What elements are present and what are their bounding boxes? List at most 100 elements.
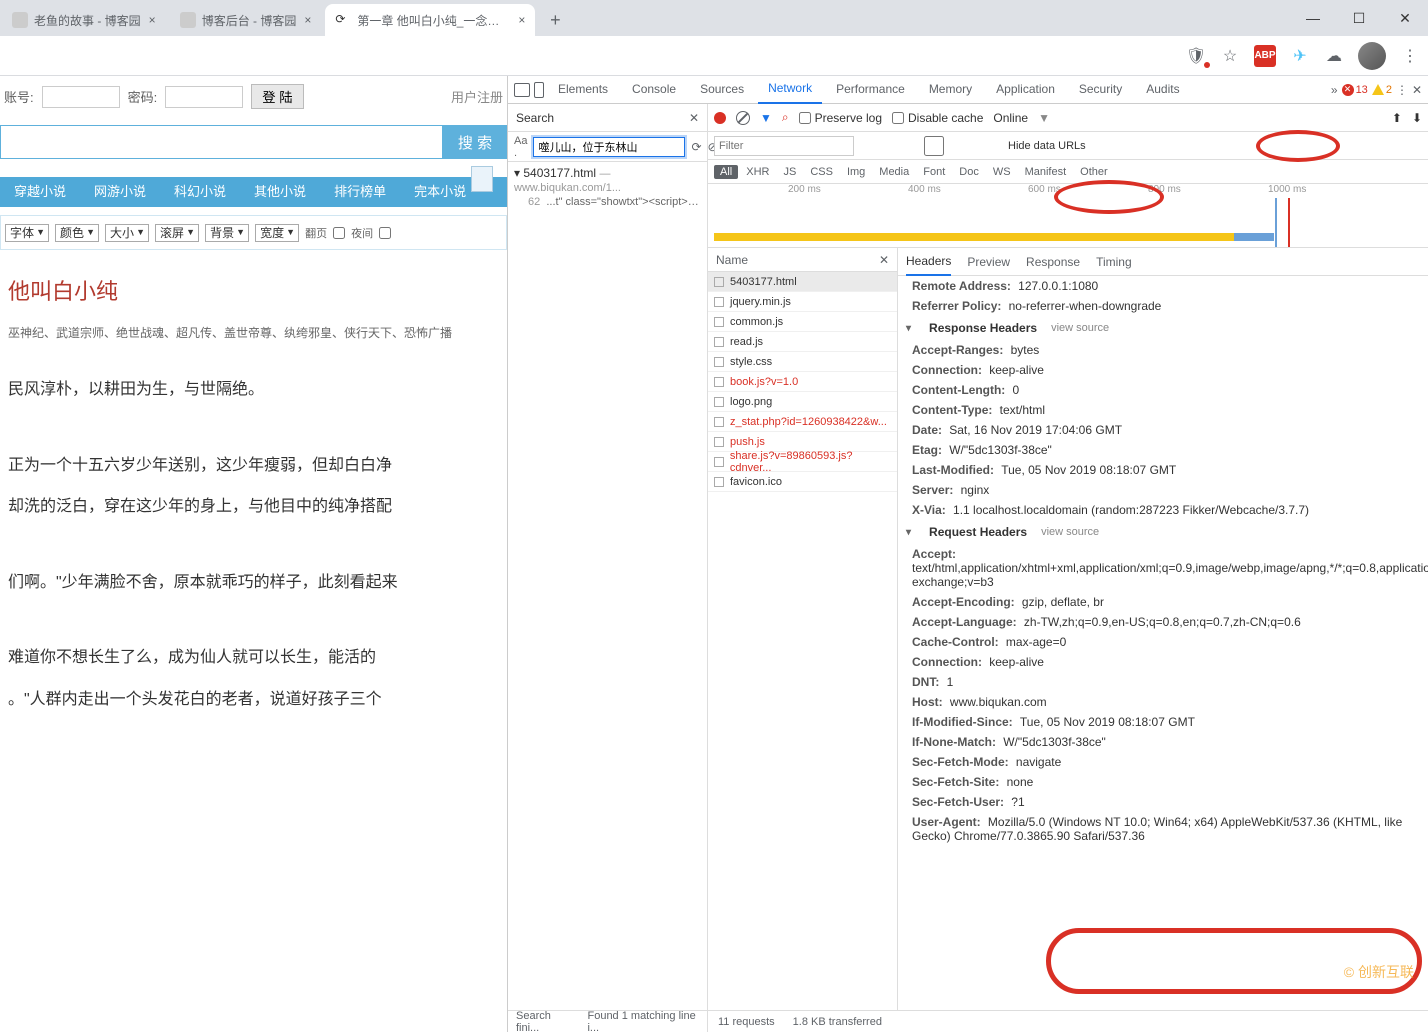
type-chip[interactable]: WS — [987, 165, 1017, 179]
record-button[interactable] — [714, 112, 726, 124]
tab-console[interactable]: Console — [622, 76, 686, 103]
tab-elements[interactable]: Elements — [548, 76, 618, 103]
password-input[interactable] — [165, 86, 243, 108]
section-title[interactable]: Response Headers — [929, 321, 1037, 335]
type-chip[interactable]: CSS — [804, 165, 839, 179]
request-row[interactable]: favicon.ico — [708, 472, 897, 492]
request-row[interactable]: share.js?v=89860593.js?cdnver... — [708, 452, 897, 472]
inspect-icon[interactable] — [514, 83, 530, 97]
throttle-select[interactable]: Online — [993, 111, 1028, 125]
request-row[interactable]: style.css — [708, 352, 897, 372]
maximize-button[interactable]: ☐ — [1336, 2, 1382, 34]
result-file[interactable]: ▾ 5403177.html — www.biqukan.com/1... — [514, 166, 701, 194]
preserve-log-checkbox[interactable] — [799, 112, 811, 124]
type-chip[interactable]: Manifest — [1019, 165, 1073, 179]
browser-tab[interactable]: 老鱼的故事 - 博客园× — [2, 4, 166, 36]
color-select[interactable]: 颜色 — [55, 224, 99, 242]
tab-performance[interactable]: Performance — [826, 76, 915, 103]
new-tab-button[interactable]: + — [541, 6, 569, 34]
search-button[interactable]: 搜 索 — [443, 125, 507, 159]
search-input[interactable] — [0, 125, 443, 159]
close-icon[interactable]: × — [304, 13, 311, 27]
size-select[interactable]: 大小 — [105, 224, 149, 242]
upload-icon[interactable]: ⬆ — [1392, 111, 1402, 125]
type-chip[interactable]: Other — [1074, 165, 1114, 179]
type-chip[interactable]: Font — [917, 165, 951, 179]
close-devtools-icon[interactable]: ✕ — [1412, 83, 1422, 97]
type-chip[interactable]: XHR — [740, 165, 775, 179]
tab-response[interactable]: Response — [1026, 255, 1080, 269]
view-source[interactable]: view source — [1041, 526, 1099, 538]
request-row[interactable]: logo.png — [708, 392, 897, 412]
tab-timing[interactable]: Timing — [1096, 255, 1132, 269]
result-line[interactable]: 62 ...t" class="showtxt"><script>app... — [514, 194, 701, 210]
device-mode-icon[interactable] — [534, 82, 544, 98]
request-row[interactable]: z_stat.php?id=1260938422&w... — [708, 412, 897, 432]
tab-audits[interactable]: Audits — [1136, 76, 1189, 103]
case-toggle[interactable]: Aa . — [514, 135, 527, 159]
close-icon[interactable]: ✕ — [879, 253, 889, 267]
width-select[interactable]: 宽度 — [255, 224, 299, 242]
tab-preview[interactable]: Preview — [967, 255, 1010, 269]
tab-headers[interactable]: Headers — [906, 248, 951, 276]
hide-urls-checkbox[interactable] — [864, 136, 1004, 156]
nav-item[interactable]: 穿越小说 — [0, 177, 80, 207]
request-row[interactable]: read.js — [708, 332, 897, 352]
type-chip[interactable]: Img — [841, 165, 871, 179]
search-icon[interactable]: ⌕ — [782, 110, 789, 125]
nav-item[interactable]: 其他小说 — [240, 177, 320, 207]
extension-icon[interactable]: 🛡 — [1186, 46, 1206, 66]
warning-badge[interactable]: 2 — [1372, 84, 1392, 96]
disable-cache-checkbox[interactable] — [892, 112, 904, 124]
login-button[interactable]: 登 陆 — [251, 84, 303, 109]
type-chip[interactable]: Doc — [953, 165, 985, 179]
type-chip[interactable]: Media — [873, 165, 915, 179]
bg-select[interactable]: 背景 — [205, 224, 249, 242]
nav-item[interactable]: 完本小说 — [400, 177, 480, 207]
tab-network[interactable]: Network — [758, 76, 822, 104]
view-source[interactable]: view source — [1051, 322, 1109, 334]
night-checkbox[interactable] — [379, 227, 391, 239]
menu-icon[interactable]: ⋮ — [1400, 46, 1420, 66]
extension-icon[interactable]: ✈ — [1290, 46, 1310, 66]
more-icon[interactable]: » — [1331, 83, 1338, 97]
profile-avatar[interactable] — [1358, 42, 1386, 70]
type-chip[interactable]: All — [714, 165, 738, 179]
filter-input[interactable] — [714, 136, 854, 156]
settings-icon[interactable]: ⋮ — [1396, 83, 1408, 97]
request-row[interactable]: jquery.min.js — [708, 292, 897, 312]
request-row[interactable]: 5403177.html — [708, 272, 897, 292]
account-input[interactable] — [42, 86, 120, 108]
close-icon[interactable]: × — [149, 13, 156, 27]
tab-memory[interactable]: Memory — [919, 76, 982, 103]
bookmark-icon[interactable]: ☆ — [1220, 46, 1240, 66]
meta-links[interactable]: 巫神纪、武道宗师、绝世战魂、超凡传、盖世帝尊、纨绔邪皇、侠行天下、恐怖广播 — [8, 324, 499, 341]
extension-icon[interactable]: ☁ — [1324, 46, 1344, 66]
minimize-button[interactable]: — — [1290, 2, 1336, 34]
adblock-icon[interactable]: ABP — [1254, 45, 1276, 67]
font-select[interactable]: 字体 — [5, 224, 49, 242]
nav-item[interactable]: 网游小说 — [80, 177, 160, 207]
error-badge[interactable]: ✕13 — [1342, 84, 1368, 96]
filter-icon[interactable]: ▼ — [760, 111, 772, 125]
tab-security[interactable]: Security — [1069, 76, 1132, 103]
close-button[interactable]: ✕ — [1382, 2, 1428, 34]
tab-sources[interactable]: Sources — [690, 76, 754, 103]
search-input[interactable] — [533, 137, 685, 157]
refresh-icon[interactable]: ⟳ — [691, 140, 701, 154]
browser-tab[interactable]: 博客后台 - 博客园× — [170, 4, 322, 36]
tab-application[interactable]: Application — [986, 76, 1065, 103]
close-icon[interactable]: ✕ — [689, 111, 699, 125]
type-chip[interactable]: JS — [777, 165, 802, 179]
flip-checkbox[interactable] — [333, 227, 345, 239]
request-row[interactable]: common.js — [708, 312, 897, 332]
nav-item[interactable]: 排行榜单 — [320, 177, 400, 207]
browser-tab-active[interactable]: ⟳第一章 他叫白小纯_一念永恒_修× — [325, 4, 535, 36]
request-row[interactable]: book.js?v=1.0 — [708, 372, 897, 392]
scroll-select[interactable]: 滚屏 — [155, 224, 199, 242]
clear-button[interactable] — [736, 111, 750, 125]
nav-item[interactable]: 科幻小说 — [160, 177, 240, 207]
register-link[interactable]: 用户注册 — [451, 87, 503, 106]
close-icon[interactable]: × — [518, 13, 525, 27]
download-icon[interactable]: ⬇ — [1412, 111, 1422, 125]
